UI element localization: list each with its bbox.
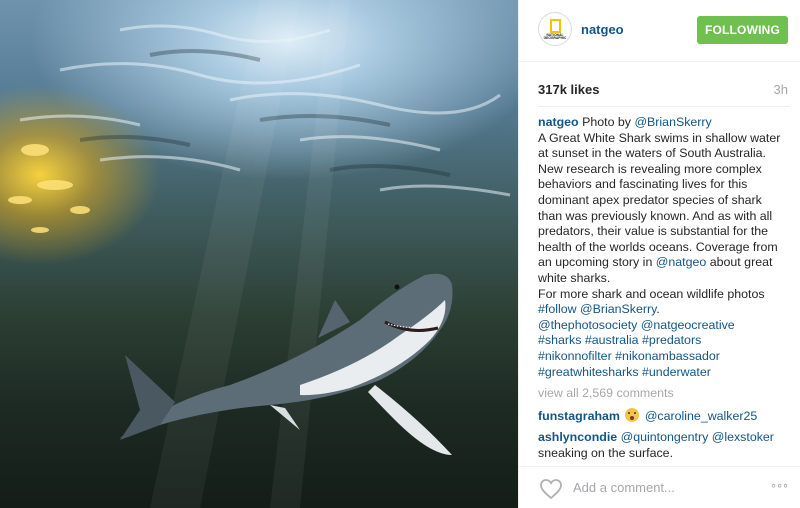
hashtag-underwater[interactable]: #underwater	[642, 365, 711, 379]
following-button[interactable]: FOLLOWING	[697, 16, 788, 44]
instagram-post: NATIONAL GEOGRAPHIC natgeo FOLLOWING 317…	[0, 0, 800, 508]
caption-period: .	[656, 302, 660, 317]
avatar-logo-text: NATIONAL GEOGRAPHIC	[543, 33, 567, 41]
comment-username[interactable]: funstagraham	[538, 409, 620, 423]
post-sidebar: NATIONAL GEOGRAPHIC natgeo FOLLOWING 317…	[518, 0, 800, 508]
more-options-icon[interactable]: ◦◦◦	[771, 477, 789, 493]
mention-natgeocreative[interactable]: @natgeocreative	[641, 318, 735, 332]
comments-section: view all 2,569 comments funstagraham @ca…	[538, 386, 793, 467]
caption-photographer-mention[interactable]: @BrianSkerry	[634, 115, 711, 129]
avatar[interactable]: NATIONAL GEOGRAPHIC	[538, 12, 572, 46]
comment-username[interactable]: ashlyncondie	[538, 430, 617, 444]
caption-username[interactable]: natgeo	[538, 115, 579, 129]
hashtag-follow[interactable]: #follow	[538, 302, 577, 316]
add-comment-input[interactable]: Add a comment...	[573, 480, 675, 495]
hashtag-nikonnofilter[interactable]: #nikonnofilter	[538, 349, 612, 363]
comment-item: funstagraham @caroline_walker25	[538, 407, 793, 425]
comment-mention[interactable]: @quintongentry	[621, 430, 709, 444]
caption-natgeo-mention[interactable]: @natgeo	[656, 255, 706, 269]
view-all-comments-link[interactable]: view all 2,569 comments	[538, 386, 793, 402]
heart-icon[interactable]	[539, 478, 563, 500]
natgeo-logo-icon	[550, 19, 561, 33]
hashtag-predators[interactable]: #predators	[642, 333, 701, 347]
hashtag-nikonambassador[interactable]: #nikonambassador	[615, 349, 720, 363]
comment-mention[interactable]: @caroline_walker25	[645, 409, 757, 423]
post-caption: natgeo Photo by @BrianSkerry A Great Whi…	[538, 115, 786, 380]
hashtag-sharks[interactable]: #sharks	[538, 333, 581, 347]
shark-photo-illustration	[8, 0, 511, 508]
post-photo[interactable]	[0, 0, 518, 508]
comment-text: sneaking on the surface.	[538, 445, 674, 460]
caption-body-3: For more shark and ocean wildlife photos	[538, 286, 765, 301]
hashtag-greatwhitesharks[interactable]: #greatwhitesharks	[538, 365, 639, 379]
comment-item: ashlyncondie @quintongentry @lexstoker s…	[538, 430, 793, 461]
post-username[interactable]: natgeo	[581, 22, 624, 37]
caption-follow-user-mention[interactable]: @BrianSkerry	[580, 302, 656, 316]
hashtag-australia[interactable]: #australia	[585, 333, 639, 347]
mention-thephotosociety[interactable]: @thephotosociety	[538, 318, 637, 332]
caption-body: A Great White Shark swims in shallow wat…	[538, 130, 781, 270]
divider	[538, 106, 790, 107]
screaming-face-emoji-icon	[625, 407, 640, 422]
caption-photo-by: Photo by	[582, 115, 631, 129]
likes-count[interactable]: 317k likes	[538, 82, 599, 97]
post-header: NATIONAL GEOGRAPHIC natgeo FOLLOWING	[519, 0, 800, 62]
post-footer: Add a comment... ◦◦◦	[519, 466, 800, 508]
post-timestamp: 3h	[773, 82, 788, 97]
comment-mention[interactable]: @lexstoker	[712, 430, 774, 444]
